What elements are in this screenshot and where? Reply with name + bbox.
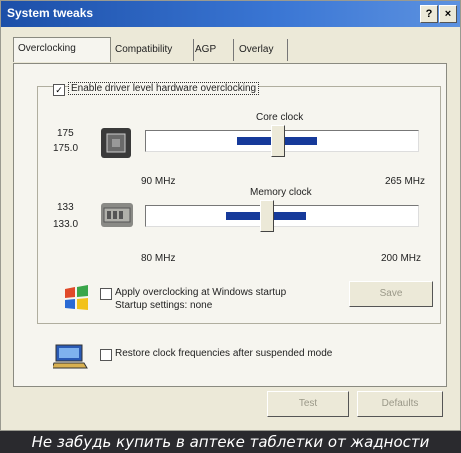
windows-logo-glyph [65,285,88,310]
startup-checkbox[interactable] [100,288,112,300]
startup-label: Apply overclocking at Windows startup [115,287,287,298]
core-clock-value: 175 [57,128,74,139]
memory-clock-max: 200 MHz [381,253,422,264]
restore-checkbox[interactable] [100,349,112,361]
laptop-icon-glyph [51,344,88,369]
core-clock-value-precise: 175.0 [53,143,79,154]
help-button[interactable]: ? [420,5,438,23]
core-clock-max: 265 MHz [385,176,426,187]
tab-compatibility[interactable]: Compatibility [111,39,194,61]
chip-icon [101,128,131,158]
laptop-icon [51,341,89,371]
enable-overclocking-checkbox[interactable]: ✓ [53,84,65,96]
window-title: System tweaks [7,6,94,20]
memory-clock-value: 133 [57,202,74,213]
enable-overclocking-label: Enable driver level hardware overclockin… [67,82,260,95]
close-button[interactable]: × [439,5,457,23]
memory-clock-min: 80 MHz [141,253,176,264]
core-clock-slider-thumb[interactable] [271,125,286,157]
startup-settings-text: Startup settings: none [115,300,213,311]
test-button[interactable]: Test [267,391,349,417]
core-clock-title: Core clock [256,112,304,123]
core-clock-min: 90 MHz [141,176,176,187]
windows-logo-icon [61,283,91,313]
memory-clock-value-precise: 133.0 [53,219,79,230]
chip-icon-glyph [106,133,126,153]
restore-label: Restore clock frequencies after suspende… [115,348,333,359]
tab-overclocking[interactable]: Overclocking [13,37,111,62]
save-button[interactable]: Save [349,281,433,307]
memory-clock-title: Memory clock [250,187,312,198]
system-tweaks-window: System tweaks ? × Overclocking Compatibi… [0,0,461,431]
photo-caption: Не забудь купить в аптеке таблетки от жа… [0,431,461,453]
defaults-button[interactable]: Defaults [357,391,443,417]
memory-icon [101,203,133,227]
tab-agp[interactable]: AGP [191,39,234,61]
memory-clock-slider-thumb[interactable] [259,200,274,232]
title-bar[interactable]: System tweaks ? × [1,1,460,27]
tab-overlay[interactable]: Overlay [235,39,288,61]
memory-icon-glyph [103,207,131,223]
